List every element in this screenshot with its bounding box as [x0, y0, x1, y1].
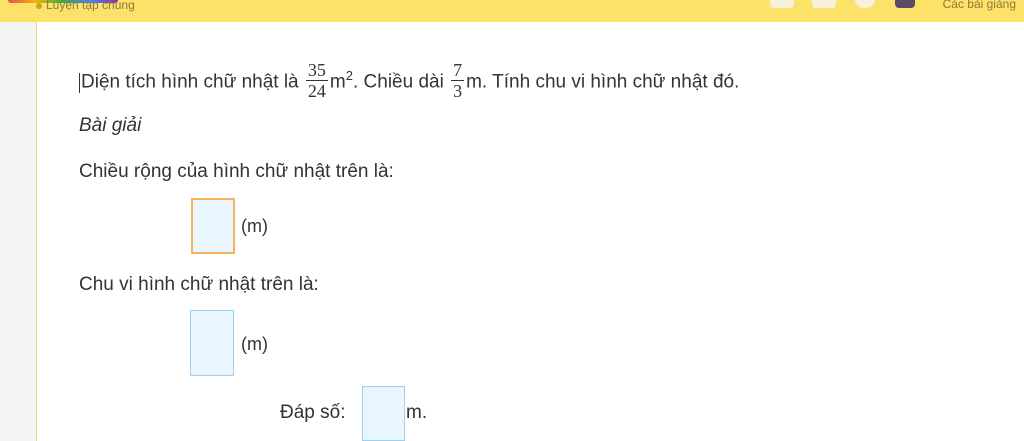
- question-part2: . Chiều dài: [352, 71, 444, 93]
- width-answer-input[interactable]: [191, 198, 235, 254]
- monitor-icon[interactable]: [770, 0, 794, 8]
- question-text: Diện tích hình chữ nhật là 35 24 m2. Chiều…: [79, 60, 740, 103]
- length-denominator: 3: [453, 81, 463, 101]
- length-numerator: 7: [451, 60, 465, 81]
- perimeter-unit: (m): [241, 334, 268, 354]
- solution-heading: Bài giải: [79, 115, 142, 136]
- perimeter-answer-input[interactable]: [190, 310, 234, 376]
- close-icon[interactable]: [812, 0, 836, 8]
- width-unit: (m): [241, 216, 268, 236]
- answer-unit: m.: [406, 402, 428, 423]
- breadcrumb-label: Luyện tập chung: [46, 0, 135, 12]
- info-icon[interactable]: [855, 0, 875, 8]
- length-fraction: 73: [451, 60, 465, 101]
- area-denominator: 24: [307, 81, 326, 101]
- width-label: Chiều rộng của hình chữ nhật trên là:: [79, 161, 394, 182]
- area-exponent: 2: [345, 68, 353, 84]
- top-bar: Luyện tập chung Các bài giảng: [0, 0, 1024, 22]
- answer-label: Đáp số:: [280, 402, 346, 423]
- breadcrumb[interactable]: Luyện tập chung: [36, 0, 135, 12]
- text-cursor: [79, 72, 80, 93]
- question-part1: Diện tích hình chữ nhật là: [81, 71, 299, 93]
- bullet-icon: [36, 3, 42, 9]
- area-numerator: 35: [305, 60, 328, 81]
- area-fraction: 35 24: [305, 60, 328, 101]
- question-part3: m. Tính chu vi hình chữ nhật đó.: [466, 71, 740, 93]
- area-unit: m: [329, 71, 346, 93]
- perimeter-label: Chu vi hình chữ nhật trên là:: [79, 274, 319, 295]
- lessons-link[interactable]: Các bài giảng: [943, 0, 1016, 11]
- avatar[interactable]: [895, 0, 915, 8]
- exercise-panel: Diện tích hình chữ nhật là 35 24 m2. Chiều…: [36, 22, 1024, 441]
- final-answer-input[interactable]: [362, 386, 405, 441]
